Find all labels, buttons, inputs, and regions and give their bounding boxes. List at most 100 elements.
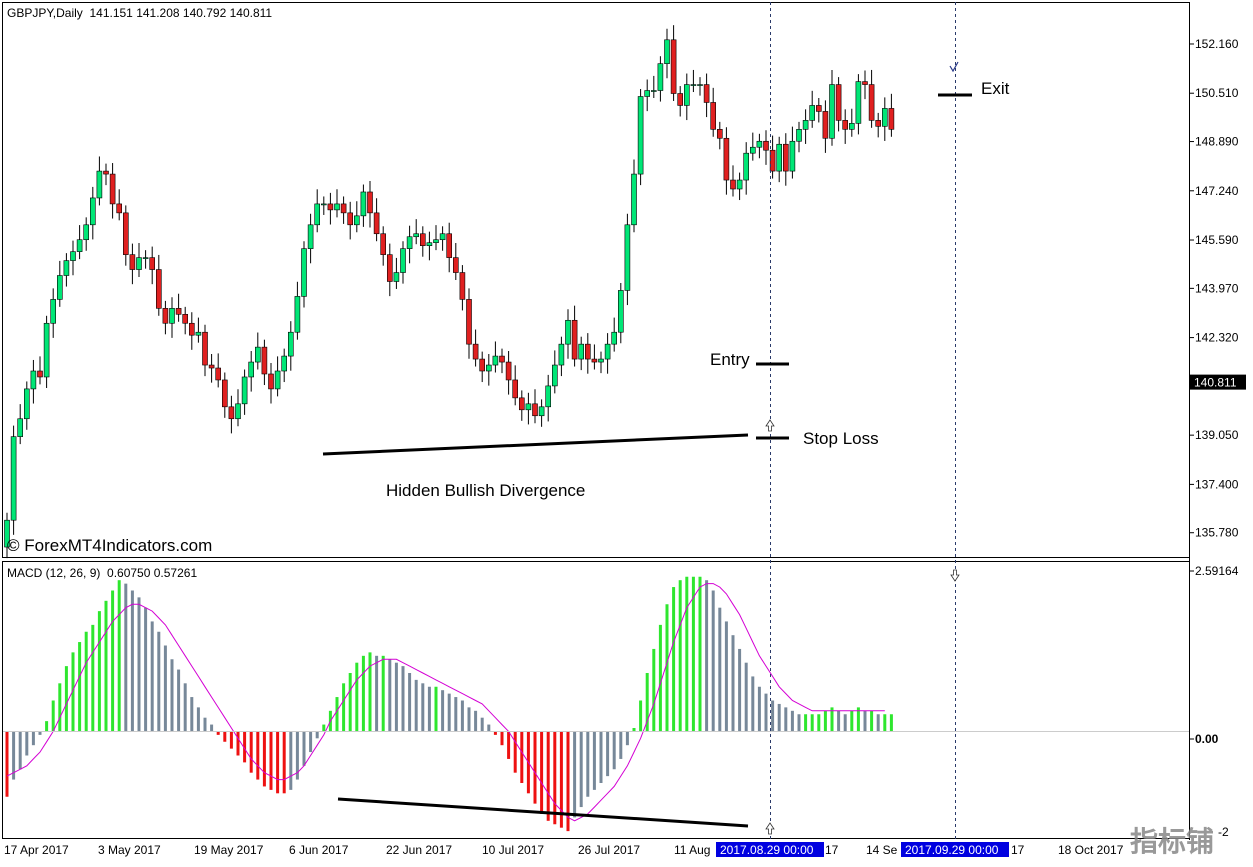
macd-bar — [361, 655, 365, 732]
macd-bar — [335, 697, 339, 732]
macd-bar — [78, 642, 82, 732]
macd-bar — [777, 703, 781, 732]
macd-bar — [170, 659, 174, 732]
macd-bar — [375, 655, 379, 732]
macd-bar — [573, 731, 577, 818]
macd-panel — [2, 561, 1190, 839]
macd-bar — [493, 731, 497, 735]
price-axis-label: 147.240 — [1195, 184, 1239, 198]
macd-bar — [84, 631, 88, 732]
macd-bar — [289, 731, 293, 790]
chart-canvas[interactable]: Entry Exit Stop Loss Hidden Bullish Dive… — [0, 0, 1253, 862]
macd-bar — [276, 731, 280, 794]
macd-bar — [401, 666, 405, 732]
macd-bar — [309, 731, 313, 753]
macd-bar — [342, 683, 346, 732]
macd-bar — [262, 731, 266, 787]
macd-bar — [665, 604, 669, 732]
macd-bar — [38, 731, 42, 735]
price-axis-label: 145.590 — [1195, 233, 1239, 247]
time-axis-label: 11 Aug — [674, 843, 710, 857]
stop-loss-label: Stop Loss — [803, 429, 879, 448]
macd-bar — [474, 710, 478, 732]
macd-bar — [25, 731, 29, 756]
macd-bar — [837, 710, 841, 732]
macd-bar — [744, 662, 748, 732]
macd-bar — [500, 731, 504, 746]
macd-bar — [196, 707, 200, 732]
macd-bar — [724, 621, 728, 732]
macd-bar — [599, 731, 603, 783]
macd-bar — [625, 731, 629, 746]
macd-axis-top: 2.59164 — [1195, 564, 1239, 578]
highlighted-date-2: 2017.09.29 00:00 — [905, 843, 999, 857]
macd-bar — [5, 731, 9, 797]
macd-bar — [229, 731, 233, 749]
candle — [43, 315, 50, 389]
divergence-label: Hidden Bullish Divergence — [386, 481, 585, 500]
macd-bar — [454, 697, 458, 732]
macd-bar — [487, 724, 491, 732]
highlighted-date-tag: 2017.08.29 00:00 — [716, 842, 824, 857]
macd-bar — [58, 683, 62, 732]
macd-bar — [863, 710, 867, 732]
price-axis-label: 143.970 — [1195, 281, 1239, 295]
macd-bar — [315, 731, 319, 739]
macd-bar — [124, 583, 128, 732]
macd-bar — [870, 710, 874, 732]
macd-bar — [797, 714, 801, 732]
macd-bar — [513, 731, 517, 773]
price-axis-label: 148.890 — [1195, 135, 1239, 149]
macd-bar — [817, 714, 821, 732]
macd-bar — [804, 714, 808, 732]
macd-bar — [876, 714, 880, 732]
entry-label: Entry — [710, 350, 750, 369]
exit-label: Exit — [981, 79, 1010, 98]
macd-bar — [210, 724, 214, 732]
chart-window: Entry Exit Stop Loss Hidden Bullish Dive… — [0, 0, 1253, 862]
macd-bar — [480, 717, 484, 732]
price-axis-label: 152.160 — [1195, 37, 1239, 51]
macd-bar — [157, 631, 161, 732]
macd-bar — [249, 731, 253, 773]
macd-bar — [381, 655, 385, 732]
macd-bar — [843, 714, 847, 732]
macd-bar — [685, 576, 689, 732]
macd-bar — [658, 624, 662, 732]
time-axis-label: 17 Apr 2017 — [4, 843, 69, 857]
macd-bar — [414, 679, 418, 732]
macd-bar — [790, 710, 794, 732]
macd-bar — [467, 707, 471, 732]
macd-bar — [282, 731, 286, 794]
macd-bar — [883, 714, 887, 732]
macd-bar — [540, 731, 544, 814]
macd-bar — [355, 662, 359, 732]
price-panel — [2, 2, 1190, 558]
macd-bar — [447, 693, 451, 732]
macd-bar — [586, 731, 590, 797]
time-axis-label: 6 Jun 2017 — [289, 843, 349, 857]
macd-bar — [97, 611, 101, 732]
macd-bar — [51, 700, 55, 732]
time-axis-label: 17 — [1011, 843, 1025, 857]
macd-bar — [104, 600, 108, 732]
site-logo: 指标铺 — [1130, 826, 1214, 857]
macd-bar — [460, 700, 464, 732]
macd-bar — [546, 731, 550, 821]
macd-bar — [137, 597, 141, 732]
price-axis-label: 142.320 — [1195, 331, 1239, 345]
macd-bar — [421, 683, 425, 732]
price-axis-label: 137.400 — [1195, 477, 1239, 491]
macd-bar — [183, 683, 187, 732]
macd-bar — [348, 673, 352, 732]
macd-bar — [678, 580, 682, 732]
macd-bar — [394, 662, 398, 732]
macd-bar — [698, 576, 702, 732]
macd-bar — [434, 686, 438, 732]
time-axis-label: 22 Jun 2017 — [386, 843, 452, 857]
time-axis-label: 18 Oct 2017 — [1058, 843, 1124, 857]
price-axis-label: 150.510 — [1195, 86, 1239, 100]
macd-bar — [619, 731, 623, 759]
macd-bar — [150, 621, 154, 732]
time-axis-label: 19 May 2017 — [194, 843, 264, 857]
